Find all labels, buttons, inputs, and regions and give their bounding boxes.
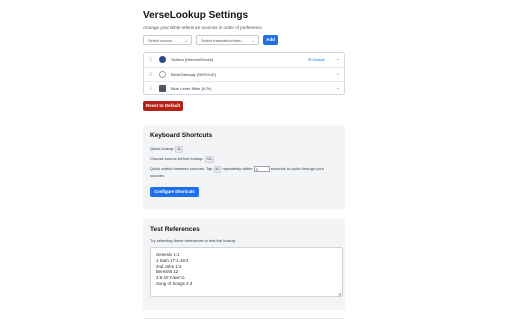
- quick-switch-line: Quick switch between sources: Tap ⌘L rep…: [150, 166, 324, 173]
- drag-handle-icon[interactable]: ⠿: [149, 86, 152, 92]
- biblegateway-icon: [159, 71, 166, 78]
- default-label: Default: [312, 58, 325, 62]
- quick-lookup-line: Quick lookup: ⌘L: [150, 146, 184, 153]
- test-references-textarea[interactable]: Genesis 1:1 1 Sam 17:1-18:4 2nd John 1:3…: [150, 247, 343, 297]
- chevron-down-icon: ⌄: [251, 38, 255, 43]
- star-icon: ☰: [308, 58, 312, 62]
- chevron-down-icon[interactable]: ⌄: [336, 85, 340, 91]
- drag-handle-icon[interactable]: ⠿: [149, 57, 152, 63]
- keyboard-shortcuts-panel: Keyboard Shortcuts Quick lookup: ⌘L Choo…: [143, 125, 345, 209]
- choose-source-key: ⌥⌘L: [204, 156, 215, 163]
- page-subtitle: Arrange your Bible reference sources in …: [143, 25, 264, 30]
- drag-handle-icon[interactable]: ⠿: [149, 72, 152, 78]
- resize-handle-icon[interactable]: ◢: [338, 291, 341, 296]
- quick-switch-key: ⌘L: [213, 166, 222, 173]
- source-select-value: Select source...: [148, 38, 176, 43]
- source-name: Sefaria (Hebrew/Greek): [171, 57, 214, 62]
- sefaria-icon: [159, 56, 166, 68]
- quick-lookup-key: ⌘L: [175, 146, 184, 153]
- translation-select[interactable]: Select translation/view... ⌄: [196, 35, 259, 45]
- source-select[interactable]: Select source... ⌄: [143, 35, 192, 45]
- switch-seconds-input[interactable]: 3: [253, 166, 270, 172]
- chevron-down-icon[interactable]: ⌄: [336, 71, 340, 77]
- divider: [143, 318, 345, 319]
- source-row[interactable]: ⠿ BibleGateway (NRSVUE) ⌄: [144, 67, 344, 82]
- reference-line[interactable]: Song of Songs 2-3: [156, 281, 337, 287]
- source-row[interactable]: ⠿ Blue Letter Bible (KJV) ⌄: [144, 81, 344, 96]
- quick-switch-middle: repeatedly within: [222, 166, 253, 172]
- chevron-down-icon[interactable]: ⌄: [336, 56, 340, 62]
- choose-source-label: Choose source before lookup:: [150, 156, 204, 161]
- test-references-hint: Try selecting these references to test t…: [150, 238, 237, 243]
- test-references-panel: Test References Try selecting these refe…: [143, 219, 345, 310]
- choose-source-line: Choose source before lookup: ⌥⌘L: [150, 156, 215, 163]
- add-source-button[interactable]: Add: [263, 35, 278, 45]
- quick-switch-suffix: seconds to cycle through your: [270, 166, 324, 172]
- chevron-down-icon: ⌄: [184, 38, 188, 43]
- keyboard-shortcuts-heading: Keyboard Shortcuts: [150, 132, 213, 139]
- blueletterbible-icon: [159, 85, 166, 92]
- configure-shortcuts-button[interactable]: Configure Shortcuts: [150, 187, 199, 197]
- test-references-heading: Test References: [150, 226, 200, 233]
- source-name: BibleGateway (NRSVUE): [171, 72, 217, 77]
- settings-page: VerseLookup Settings Arrange your Bible …: [0, 0, 512, 320]
- quick-switch-prefix: Quick switch between sources: Tap: [150, 166, 213, 172]
- translation-select-value: Select translation/view...: [201, 38, 244, 43]
- reset-to-default-button[interactable]: Reset to Default: [143, 101, 183, 111]
- page-title: VerseLookup Settings: [143, 10, 249, 21]
- quick-lookup-label: Quick lookup:: [150, 146, 175, 151]
- source-list: ⠿ Sefaria (Hebrew/Greek) ☰ Default ⌄ ⠿ B…: [143, 52, 345, 95]
- default-badge: ☰ Default: [308, 57, 325, 62]
- quick-switch-suffix-line2: sources.: [150, 173, 166, 178]
- source-row[interactable]: ⠿ Sefaria (Hebrew/Greek) ☰ Default ⌄: [144, 53, 344, 68]
- source-name: Blue Letter Bible (KJV): [171, 86, 212, 91]
